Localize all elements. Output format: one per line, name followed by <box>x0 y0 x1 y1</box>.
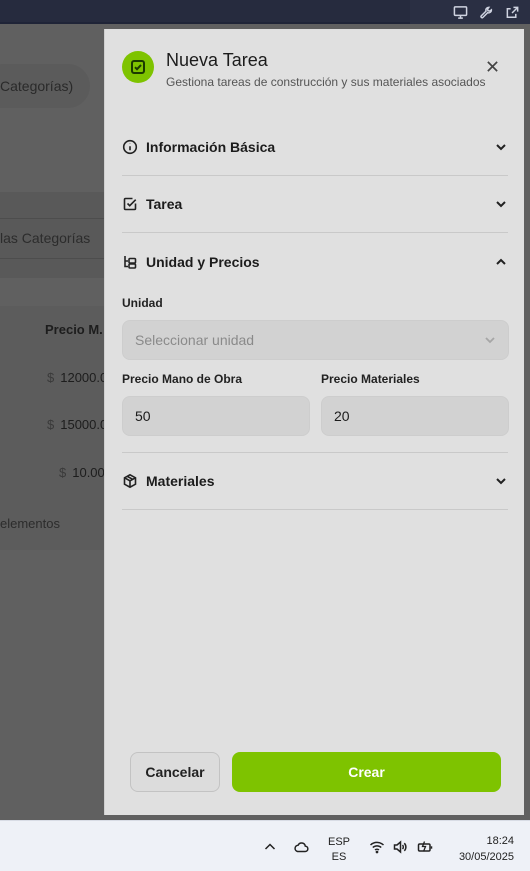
close-button[interactable] <box>483 57 501 75</box>
monitor-icon[interactable] <box>452 4 468 20</box>
category-option: las Categorías <box>0 230 91 246</box>
unit-select-placeholder: Seleccionar unidad <box>135 332 255 348</box>
material-price-label: Precio Materiales <box>321 372 420 386</box>
currency-symbol: $ <box>47 370 55 385</box>
checkbox-icon <box>122 196 138 212</box>
table-cell-price: $12000.0 <box>47 370 107 385</box>
package-icon <box>122 473 138 489</box>
section-label: Unidad y Precios <box>146 253 260 270</box>
task-check-icon <box>122 51 154 83</box>
info-icon <box>122 139 138 155</box>
chevron-up-icon <box>494 255 508 269</box>
time-text: 18:24 <box>486 835 514 847</box>
labor-price-label: Precio Mano de Obra <box>122 372 243 386</box>
unit-label: Unidad <box>122 296 163 310</box>
price-column-header: Precio M. <box>45 322 103 337</box>
wrench-icon[interactable] <box>478 4 494 20</box>
chevron-down-icon <box>494 474 508 488</box>
category-filter-pill: Categorías) <box>0 64 90 108</box>
currency-symbol: $ <box>47 417 55 432</box>
keyboard-layout: ES <box>331 851 347 863</box>
divider <box>0 258 120 259</box>
section-label: Tarea <box>146 196 183 212</box>
table-footer: elementos <box>0 516 60 531</box>
divider <box>0 218 120 219</box>
price-value: 10.00 <box>72 465 105 480</box>
currency-symbol: $ <box>59 465 67 480</box>
drawer-title: Nueva Tarea <box>166 50 268 70</box>
ruler-icon <box>122 254 138 270</box>
browser-tools <box>410 0 530 24</box>
section-materials[interactable]: Materiales <box>122 453 508 510</box>
external-link-icon[interactable] <box>504 4 520 20</box>
new-task-drawer: Nueva Tarea Gestiona tareas de construcc… <box>104 29 524 815</box>
table-cell-price: $10.00 <box>59 465 105 480</box>
material-price-input[interactable]: 20 <box>321 396 509 436</box>
volume-icon[interactable] <box>391 838 409 856</box>
price-value: 12000.0 <box>60 370 108 385</box>
date-text: 30/05/2025 <box>458 851 514 863</box>
create-button[interactable]: Crear <box>232 752 501 792</box>
chevron-down-icon <box>494 140 508 154</box>
chevron-down-icon <box>494 197 508 211</box>
chevron-down-icon <box>485 337 495 344</box>
browser-tab-strip <box>0 0 410 22</box>
section-basic-info[interactable]: Información Básica <box>122 119 508 176</box>
section-label: Materiales <box>146 473 215 489</box>
language-code: ESP <box>328 836 351 848</box>
unit-select[interactable]: Seleccionar unidad <box>122 320 509 360</box>
section-unit-prices[interactable]: Unidad y Precios <box>122 233 508 290</box>
battery-icon[interactable] <box>416 838 434 856</box>
language-indicator[interactable]: ESP ES <box>328 835 350 865</box>
section-label: Información Básica <box>146 139 276 155</box>
wifi-icon[interactable] <box>368 838 386 856</box>
close-icon <box>486 60 498 72</box>
price-value: 15000.0 <box>60 417 108 432</box>
table-cell-price: $15000.0 <box>47 417 107 432</box>
section-task[interactable]: Tarea <box>122 176 508 233</box>
taskbar: ESP ES 18:24 30/05/2025 <box>0 820 530 871</box>
category-filter-label: Categorías) <box>0 78 74 94</box>
drawer-subtitle: Gestiona tareas de construcción y sus ma… <box>166 75 486 89</box>
clock[interactable]: 18:24 30/05/2025 <box>459 833 514 865</box>
browser-top-bar: → <box>0 0 530 24</box>
labor-price-input[interactable]: 50 <box>122 396 310 436</box>
cancel-button[interactable]: Cancelar <box>130 752 220 792</box>
chevron-up-icon[interactable] <box>261 838 279 856</box>
cloud-icon[interactable] <box>292 838 310 856</box>
